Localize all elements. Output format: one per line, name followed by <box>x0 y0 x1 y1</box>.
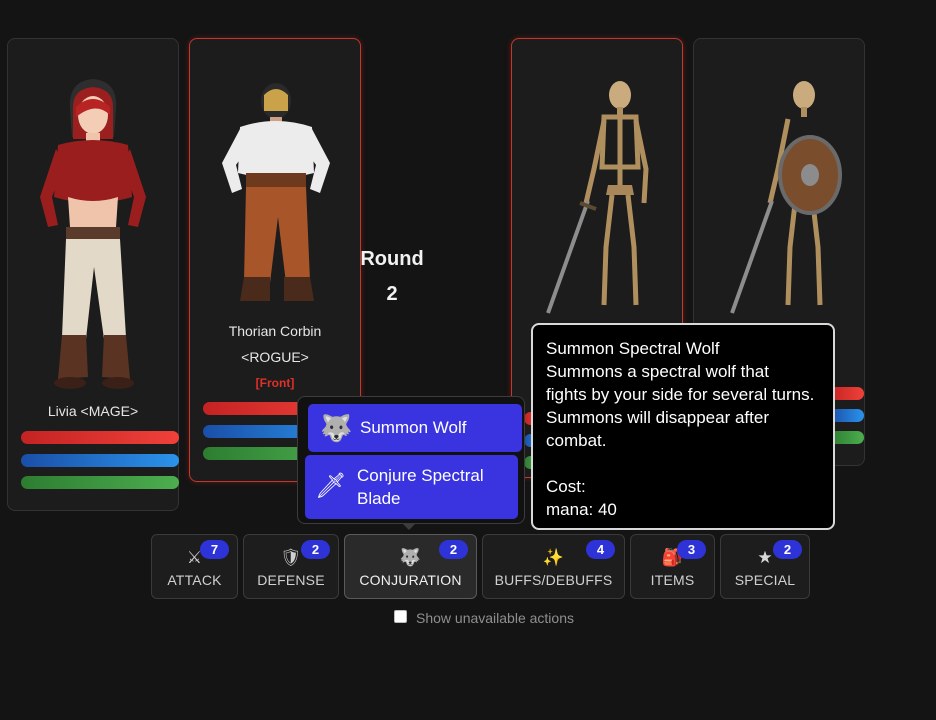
mage-portrait <box>40 79 146 389</box>
tab-label: SPECIAL <box>734 572 796 588</box>
skeleton-shieldbearer-portrait <box>730 81 842 314</box>
summon-wolf-button[interactable]: 🐺 Summon Wolf <box>308 404 522 452</box>
tab-special[interactable]: ★ SPECIAL 2 <box>720 534 810 599</box>
show-unavailable-label[interactable]: Show unavailable actions <box>416 610 574 626</box>
health-bar <box>21 431 179 444</box>
position-tag: [Front] <box>255 376 295 390</box>
action-count-badge: 3 <box>677 540 706 559</box>
rogue-portrait <box>222 83 330 301</box>
tab-label: ATTACK <box>167 572 222 588</box>
tooltip-title: Summon Spectral Wolf <box>546 339 720 358</box>
tab-items[interactable]: 🎒 ITEMS 3 <box>630 534 715 599</box>
stamina-bar <box>21 476 179 489</box>
tab-conjuration[interactable]: 🐺 CONJURATION 2 <box>344 534 477 599</box>
tooltip-cost-value: mana: 40 <box>546 500 617 519</box>
round-number: 2 <box>386 283 398 305</box>
party-card-livia[interactable]: Livia <MAGE> <box>7 38 179 511</box>
mana-bar <box>830 409 864 422</box>
tab-attack[interactable]: ⚔ ATTACK 7 <box>151 534 238 599</box>
health-bar <box>830 387 864 400</box>
action-count-badge: 4 <box>586 540 615 559</box>
mana-bar <box>21 454 179 467</box>
tooltip-description: combat. <box>546 431 607 450</box>
conjure-spectral-blade-button[interactable]: 🗡 Conjure Spectral Blade <box>305 455 518 519</box>
party-member-name: Thorian Corbin <box>228 323 322 339</box>
wolf-icon: 🐺 <box>320 413 353 443</box>
summon-wolf-label: Summon Wolf <box>360 418 467 437</box>
action-count-badge: 2 <box>773 540 802 559</box>
round-label: Round <box>360 248 424 270</box>
action-tooltip: Summon Spectral Wolf Summons a spectral … <box>531 323 835 530</box>
conjuration-action-popup: 🐺 Summon Wolf 🗡 Conjure Spectral Blade <box>297 396 525 530</box>
party-member-class: <ROGUE> <box>241 349 309 365</box>
tooltip-description: Summons will disappear after <box>546 408 769 427</box>
tab-buffs-debuffs[interactable]: ✨ BUFFS/DEBUFFS 4 <box>482 534 625 599</box>
tab-label: BUFFS/DEBUFFS <box>494 572 613 588</box>
tab-defense[interactable]: 🛡 DEFENSE 2 <box>243 534 339 599</box>
conjure-blade-label-line1: Conjure Spectral <box>357 466 484 485</box>
tab-label: DEFENSE <box>257 572 325 588</box>
tooltip-cost-label: Cost: <box>546 477 586 496</box>
action-count-badge: 7 <box>200 540 229 559</box>
party-member-name: Livia <MAGE> <box>47 403 139 419</box>
action-count-badge: 2 <box>301 540 330 559</box>
tab-label: ITEMS <box>650 572 695 588</box>
show-unavailable-checkbox[interactable] <box>394 610 407 623</box>
tooltip-description: fights by your side for several turns. <box>546 385 815 404</box>
conjure-blade-label-line2: Blade <box>357 489 401 508</box>
sword-icon: 🗡 <box>315 472 347 500</box>
action-count-badge: 2 <box>439 540 468 559</box>
skeleton-swordsman-portrait <box>546 81 649 314</box>
tab-label: CONJURATION <box>359 572 462 588</box>
stamina-bar <box>830 431 864 444</box>
tooltip-description: Summons a spectral wolf that <box>546 362 769 381</box>
